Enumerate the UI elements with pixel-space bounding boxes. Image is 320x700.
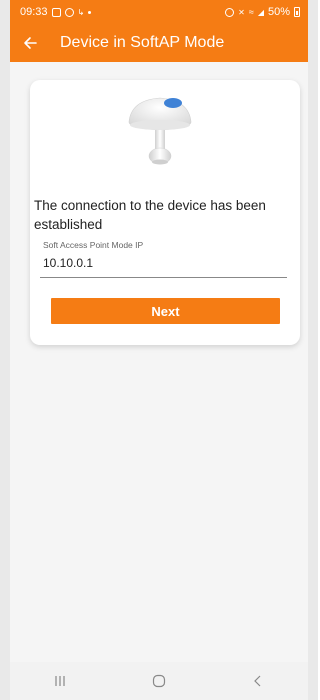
system-nav-bar (10, 662, 308, 700)
page-title: Device in SoftAP Mode (60, 34, 225, 51)
signal-icon: ◢ (257, 7, 264, 17)
alarm-icon (225, 7, 235, 17)
ip-field-label: Soft Access Point Mode IP (43, 240, 144, 250)
back-button[interactable] (10, 24, 50, 62)
whatsapp-icon (64, 7, 74, 17)
nav-back-button[interactable] (238, 666, 278, 696)
status-right: ✕ ≈ ◢ 50% (225, 6, 300, 18)
connection-message: The connection to the device has been es… (34, 198, 266, 232)
back-icon (254, 675, 261, 687)
ip-field-underline (40, 277, 287, 278)
status-bar: 09:33 ↳ ✕ ≈ ◢ 50% (10, 0, 308, 24)
recent-apps-button[interactable] (40, 666, 80, 696)
bezel-right (308, 0, 318, 700)
next-button[interactable]: Next (51, 298, 280, 324)
wifi-icon: ≈ (248, 7, 254, 17)
battery-percent: 50% (267, 6, 290, 18)
bezel-left (0, 0, 10, 700)
device-image (128, 97, 192, 165)
image-notification-icon (51, 7, 61, 17)
app-bar: Device in SoftAP Mode (10, 24, 308, 62)
home-icon (152, 674, 166, 688)
link-icon: ↳ (77, 7, 85, 17)
screen: 09:33 ↳ ✕ ≈ ◢ 50% Device in SoftAP Mode … (10, 0, 308, 700)
status-left: 09:33 ↳ (20, 6, 92, 18)
more-notifications-icon (88, 10, 92, 14)
status-time: 09:33 (20, 6, 48, 18)
connection-card: The connection to the device has been es… (30, 80, 300, 345)
battery-icon (294, 7, 300, 17)
phone-frame: 09:33 ↳ ✕ ≈ ◢ 50% Device in SoftAP Mode … (0, 0, 318, 700)
recent-apps-icon (55, 676, 65, 686)
ip-field-value[interactable]: 10.10.0.1 (43, 256, 93, 270)
home-button[interactable] (139, 666, 179, 696)
mute-icon: ✕ (238, 7, 245, 17)
arrow-left-icon (24, 37, 37, 49)
